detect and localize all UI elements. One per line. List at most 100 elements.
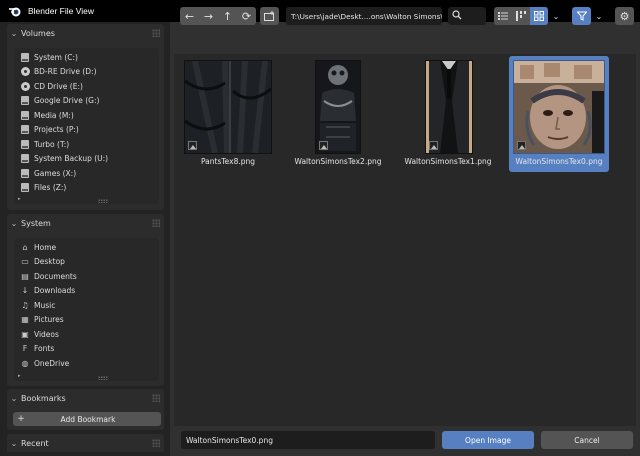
settings-button[interactable]: ⚙ <box>615 7 634 25</box>
sidebar-item[interactable]: ♫ Music <box>14 298 159 313</box>
filter-icon <box>572 7 591 25</box>
sidebar-item[interactable]: System (C:) <box>14 50 159 65</box>
sidebar-item[interactable]: ↓ Downloads <box>14 284 159 299</box>
drive-icon <box>18 125 32 135</box>
drive-icon <box>18 96 32 106</box>
sidebar-item-label: OneDrive <box>34 358 70 368</box>
chevron-down-icon: ⌄ <box>10 393 18 403</box>
resize-grip-icon[interactable] <box>98 376 108 380</box>
sidebar-item[interactable]: Files (Z:) <box>14 181 159 196</box>
drive-icon <box>18 52 32 62</box>
drive-icon <box>18 139 32 149</box>
drag-grip-icon[interactable] <box>152 219 160 227</box>
sidebar-item[interactable]: Media (M:) <box>14 108 159 123</box>
back-arrow-icon[interactable]: ← <box>180 7 199 25</box>
system-panel-header[interactable]: ⌄ System <box>7 214 164 232</box>
file-name: WaltonSimonsTex2.png <box>294 157 382 166</box>
sidebar-item[interactable]: Google Drive (G:) <box>14 94 159 109</box>
filename-input[interactable]: WaltonSimonsTex0.png <box>181 431 435 449</box>
expand-arrow-icon[interactable]: ▸ <box>18 196 21 202</box>
pictures-icon: ▦ <box>21 315 29 325</box>
volumes-title: Volumes <box>21 28 55 38</box>
volumes-list: System (C:) BD-RE Drive (D:) CD Drive (E:)… <box>14 48 159 204</box>
filter-button[interactable] <box>572 7 591 25</box>
sidebar-item[interactable]: ▦ Pictures <box>14 313 159 328</box>
sidebar-item-label: Fonts <box>34 344 55 354</box>
sidebar-item[interactable]: ▣ Videos <box>14 327 159 342</box>
image-type-icon <box>517 141 526 150</box>
volumes-panel-header[interactable]: ⌄ Volumes <box>7 24 164 42</box>
sidebar-item-label: Files (Z:) <box>34 183 67 193</box>
scrollbar-region[interactable] <box>636 54 640 426</box>
desktop-icon: ▭ <box>21 257 29 267</box>
sidebar-item[interactable]: Games (X:) <box>14 166 159 181</box>
walton-texture-2-image <box>315 60 361 154</box>
sidebar-item-label: Documents <box>34 271 77 281</box>
sidebar-item[interactable]: BD-RE Drive (D:) <box>14 65 159 80</box>
directory-path-field[interactable]: T:\Users\jade\Deskt....ons\Walton Simons… <box>286 7 442 25</box>
system-list: ⌂ Home ▭ Desktop ▤ Documents ↓ Downloads ♫ Music ▦… <box>14 238 159 381</box>
blender-logo-icon <box>8 4 22 18</box>
display-settings-chevron-icon[interactable]: ⌄ <box>549 7 563 25</box>
sidebar-item[interactable]: System Backup (U:) <box>14 152 159 167</box>
forward-arrow-icon[interactable]: → <box>199 7 218 25</box>
file-thumbnail[interactable]: WaltonSimonsTex1.png <box>400 56 496 172</box>
vertical-list-icon[interactable] <box>494 7 512 25</box>
sidebar-item-label: Downloads <box>34 286 76 296</box>
music-icon: ♫ <box>21 300 29 310</box>
recent-panel-header[interactable]: ⌄ Recent <box>7 434 164 452</box>
parent-directory-icon[interactable]: ↑ <box>218 7 237 25</box>
globe-icon: ◍ <box>21 358 29 368</box>
chevron-down-icon: ⌄ <box>10 28 18 38</box>
open-image-button[interactable]: Open Image <box>442 431 534 449</box>
drive-icon <box>18 168 32 178</box>
sidebar-item[interactable]: F Fonts <box>14 342 159 357</box>
sidebar-item[interactable]: Turbo (T:) <box>14 137 159 152</box>
expand-arrow-icon[interactable]: ▸ <box>18 373 21 379</box>
drag-grip-icon[interactable] <box>152 29 160 37</box>
image-type-icon <box>188 141 197 150</box>
thumbnails-icon[interactable] <box>530 7 548 25</box>
sidebar-item[interactable]: ◍ OneDrive <box>14 356 159 371</box>
drag-grip-icon[interactable] <box>152 439 160 447</box>
sidebar-item[interactable]: ⌂ Home <box>14 240 159 255</box>
gear-icon: ⚙ <box>619 9 630 23</box>
new-folder-button[interactable] <box>260 7 279 25</box>
file-thumbnail[interactable]: WaltonSimonsTex2.png <box>290 56 386 172</box>
window-title: Blender File View <box>28 6 94 16</box>
resize-grip-icon[interactable] <box>98 199 108 203</box>
sidebar-item-label: Home <box>34 242 57 252</box>
file-thumbnail[interactable]: PantsTex8.png <box>180 56 276 172</box>
file-name: WaltonSimonsTex1.png <box>404 157 492 166</box>
sidebar-item-label: Desktop <box>34 257 65 267</box>
refresh-icon[interactable]: ⟳ <box>237 7 256 25</box>
bookmarks-title: Bookmarks <box>21 393 66 403</box>
sidebar-item-label: Games (X:) <box>34 168 77 178</box>
sidebar-item-label: Google Drive (G:) <box>34 96 100 106</box>
sidebar-item[interactable]: ▤ Documents <box>14 269 159 284</box>
bookmarks-panel-header[interactable]: ⌄ Bookmarks <box>7 389 164 407</box>
drag-grip-icon[interactable] <box>152 394 160 402</box>
drive-icon <box>18 154 32 164</box>
videos-icon: ▣ <box>21 329 29 339</box>
sidebar-item[interactable]: ▭ Desktop <box>14 255 159 270</box>
file-thumbnail-selected[interactable]: WaltonSimonsTex0.png <box>509 56 609 172</box>
walton-texture-1-image <box>425 60 473 154</box>
cancel-button[interactable]: Cancel <box>541 431 633 449</box>
sidebar-item-label: BD-RE Drive (D:) <box>34 67 97 77</box>
display-mode-buttons <box>494 7 548 25</box>
search-input[interactable] <box>448 7 486 25</box>
sidebar-item[interactable]: Projects (P:) <box>14 123 159 138</box>
horizontal-list-icon[interactable] <box>512 7 530 25</box>
sidebar-item-label: Music <box>34 300 56 310</box>
sidebar-item-label: Media (M:) <box>34 110 74 120</box>
sidebar-item-label: System (C:) <box>34 52 78 62</box>
sidebar-item[interactable]: CD Drive (E:) <box>14 79 159 94</box>
add-bookmark-button[interactable]: + Add Bookmark <box>13 412 161 426</box>
sidebar-item-label: Pictures <box>34 315 64 325</box>
file-name: WaltonSimonsTex0.png <box>515 157 603 166</box>
file-name: PantsTex8.png <box>200 157 256 166</box>
filter-chevron-icon[interactable]: ⌄ <box>592 7 606 25</box>
chevron-down-icon: ⌄ <box>10 438 18 448</box>
sidebar-item-label: System Backup (U:) <box>34 154 109 164</box>
